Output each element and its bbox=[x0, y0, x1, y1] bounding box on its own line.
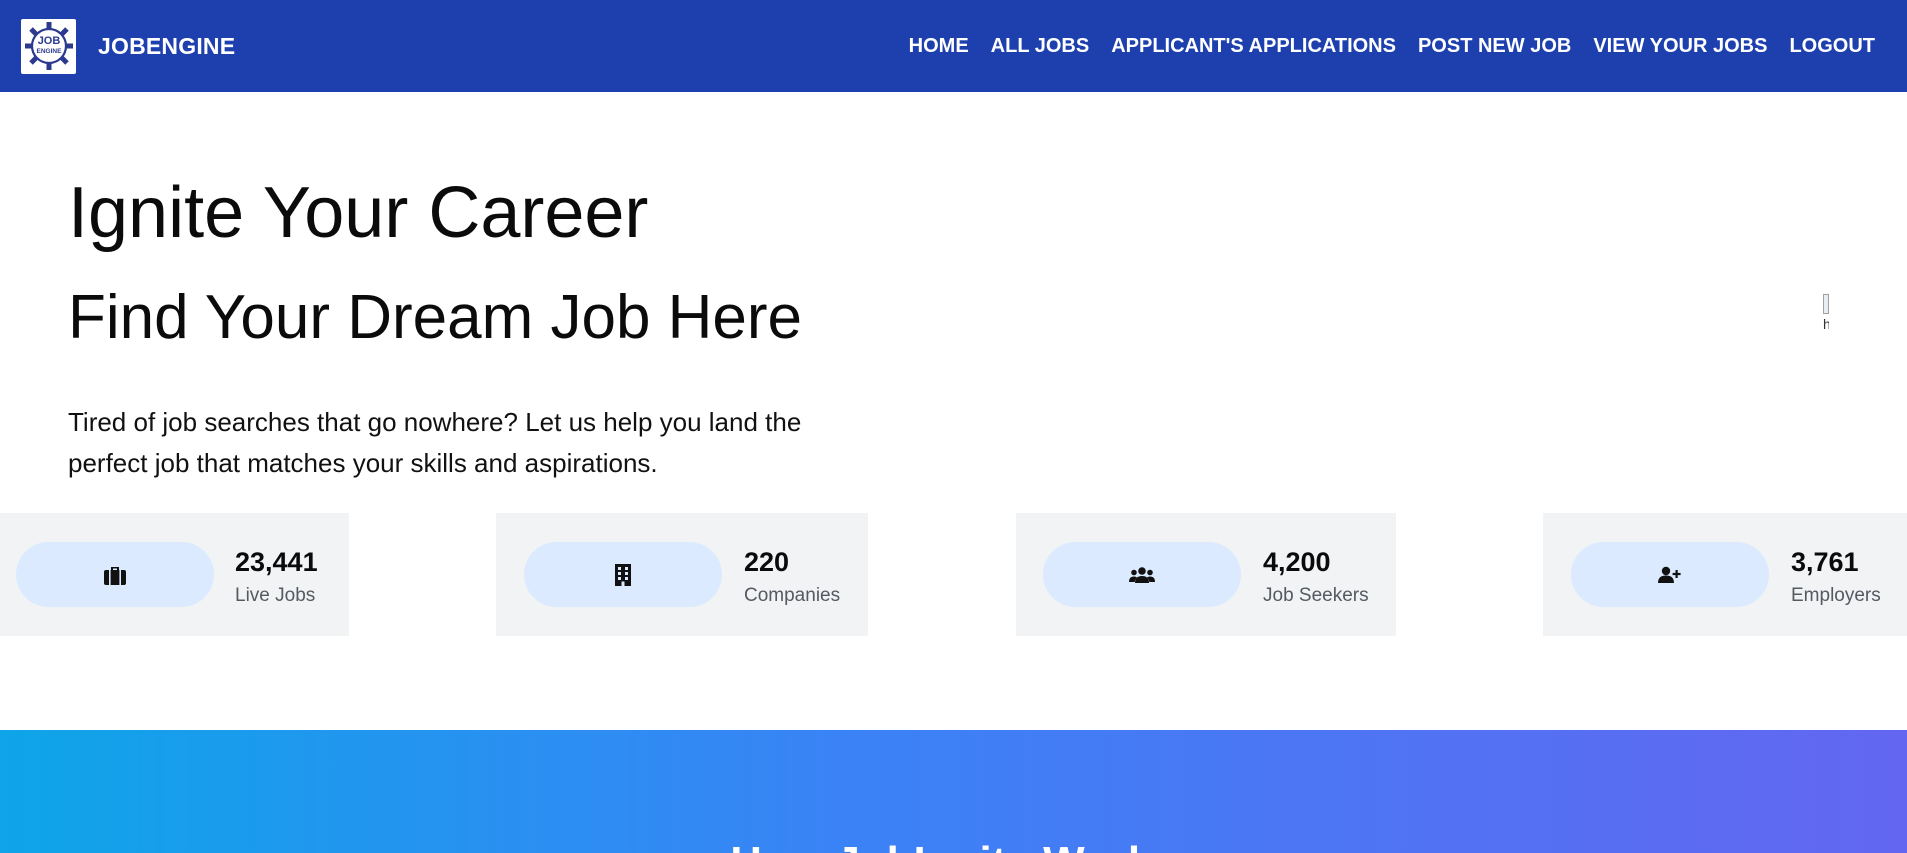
nav-link-post-new-job[interactable]: POST NEW JOB bbox=[1418, 35, 1571, 58]
how-it-works-title: How JobIgnite Works bbox=[0, 838, 1907, 853]
hero-description: Tired of job searches that go nowhere? L… bbox=[68, 407, 802, 478]
nav-link-all-jobs[interactable]: ALL JOBS bbox=[991, 35, 1090, 58]
brand-name[interactable]: JOBENGINE bbox=[98, 33, 235, 60]
hero-title: Ignite Your Career bbox=[68, 173, 649, 253]
hero-subtitle: Find Your Dream Job Here bbox=[68, 283, 803, 352]
hero-image-broken: h bbox=[1823, 294, 1829, 342]
logo[interactable]: JOB ENGINE bbox=[21, 18, 76, 74]
users-icon bbox=[1129, 566, 1155, 583]
stat-card-employers: 3,761 Employers bbox=[1543, 513, 1907, 636]
gear-logo-icon: JOB ENGINE bbox=[24, 22, 73, 70]
nav-link-home[interactable]: HOME bbox=[909, 35, 969, 58]
stat-label: Live Jobs bbox=[235, 585, 316, 606]
stat-value: 220 bbox=[744, 547, 790, 577]
nav-link-view-your-jobs[interactable]: VIEW YOUR JOBS bbox=[1593, 35, 1767, 58]
broken-image-icon bbox=[1823, 294, 1829, 314]
nav-link-logout[interactable]: LOGOUT bbox=[1789, 35, 1875, 58]
stat-pill bbox=[16, 542, 214, 607]
svg-text:ENGINE: ENGINE bbox=[36, 48, 62, 55]
brand[interactable]: JOB ENGINE JOBENGINE bbox=[21, 18, 235, 74]
stat-card-live-jobs: 23,441 Live Jobs bbox=[0, 513, 349, 636]
building-icon bbox=[615, 563, 631, 586]
stat-value: 4,200 bbox=[1263, 547, 1331, 577]
stat-label: Employers bbox=[1791, 585, 1881, 606]
stat-pill bbox=[1571, 542, 1769, 607]
user-plus-icon bbox=[1658, 566, 1681, 583]
nav-link-applicants-applications[interactable]: APPLICANT'S APPLICATIONS bbox=[1111, 35, 1396, 58]
stat-value: 3,761 bbox=[1791, 547, 1859, 577]
how-it-works-section: How JobIgnite Works bbox=[0, 730, 1907, 853]
stat-value: 23,441 bbox=[235, 547, 318, 577]
stat-pill bbox=[1043, 542, 1241, 607]
svg-text:JOB: JOB bbox=[37, 35, 60, 47]
stat-label: Companies bbox=[744, 585, 841, 606]
stat-card-job-seekers: 4,200 Job Seekers bbox=[1016, 513, 1396, 636]
stat-pill bbox=[524, 542, 722, 607]
stat-label: Job Seekers bbox=[1263, 585, 1369, 606]
hero-image-alt: h bbox=[1823, 316, 1829, 332]
navbar: JOB ENGINE JOBENGINE HOME ALL JOBS APPLI… bbox=[0, 0, 1907, 92]
stat-card-companies: 220 Companies bbox=[496, 513, 868, 636]
nav-links: HOME ALL JOBS APPLICANT'S APPLICATIONS P… bbox=[909, 0, 1875, 92]
briefcase-icon bbox=[104, 566, 126, 585]
